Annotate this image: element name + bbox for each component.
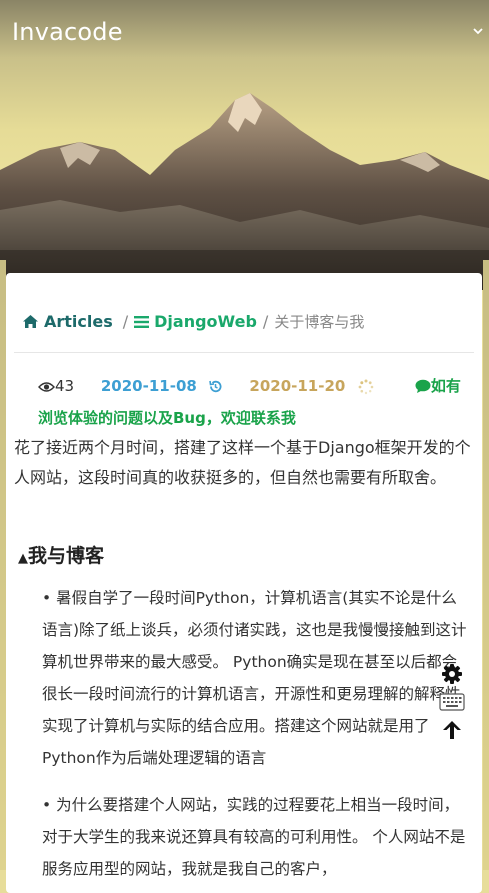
keyboard-button[interactable]	[438, 688, 466, 716]
list-item: • 暑假自学了一段时间Python，计算机语言(其实不论是什么语言)除了纸上谈兵…	[42, 589, 467, 767]
list-item: • 为什么要搭建个人网站，实践的过程要花上相当一段时间，对于大学生的我来说还算具…	[42, 796, 466, 878]
breadcrumb-djangoweb[interactable]: DjangoWeb	[134, 312, 257, 331]
home-icon	[23, 315, 38, 328]
chevron-down-icon	[473, 28, 483, 35]
header-banner: Invacode	[0, 0, 489, 290]
created-date: 2020-11-08	[100, 377, 197, 395]
site-brand[interactable]: Invacode	[12, 18, 123, 46]
breadcrumb-current: 关于博客与我	[274, 313, 365, 331]
arrow-up-icon	[443, 721, 461, 739]
breadcrumb-articles[interactable]: Articles	[22, 312, 113, 331]
article-card: Articles / DjangoWeb / 关于博客与我 43 2020-11…	[6, 273, 482, 893]
article-intro: 花了接近两个月时间，搭建了这样一个基于Django框架开发的个人网站，这段时间真…	[14, 438, 471, 487]
section-heading: ▲我与博客	[18, 541, 104, 568]
gear-icon	[442, 664, 462, 684]
spinner-icon	[358, 379, 374, 394]
section-title: 我与博客	[28, 545, 105, 567]
view-count-value: 43	[55, 377, 75, 395]
comment-icon	[415, 379, 431, 393]
eye-icon	[38, 381, 55, 392]
view-count: 43	[38, 377, 79, 395]
settings-button[interactable]	[438, 660, 466, 688]
divider	[14, 352, 474, 353]
keyboard-icon	[439, 693, 465, 711]
floating-toolbar	[438, 660, 468, 744]
breadcrumb-separator: /	[122, 312, 129, 331]
breadcrumb-djangoweb-label: DjangoWeb	[154, 312, 257, 331]
breadcrumb-articles-label: Articles	[44, 312, 113, 331]
article-meta: 43 2020-11-08 2020-11-20 如有浏览体验的问题以及Bug，…	[38, 370, 468, 434]
section-marker: ▲	[18, 551, 28, 566]
right-edge	[483, 260, 489, 870]
history-icon	[208, 380, 222, 393]
back-to-top-button[interactable]	[438, 716, 466, 744]
updated-date: 2020-11-20	[249, 377, 346, 395]
breadcrumb: Articles / DjangoWeb / 关于博客与我	[22, 311, 364, 332]
list-icon	[134, 315, 150, 328]
breadcrumb-separator: /	[262, 312, 269, 331]
